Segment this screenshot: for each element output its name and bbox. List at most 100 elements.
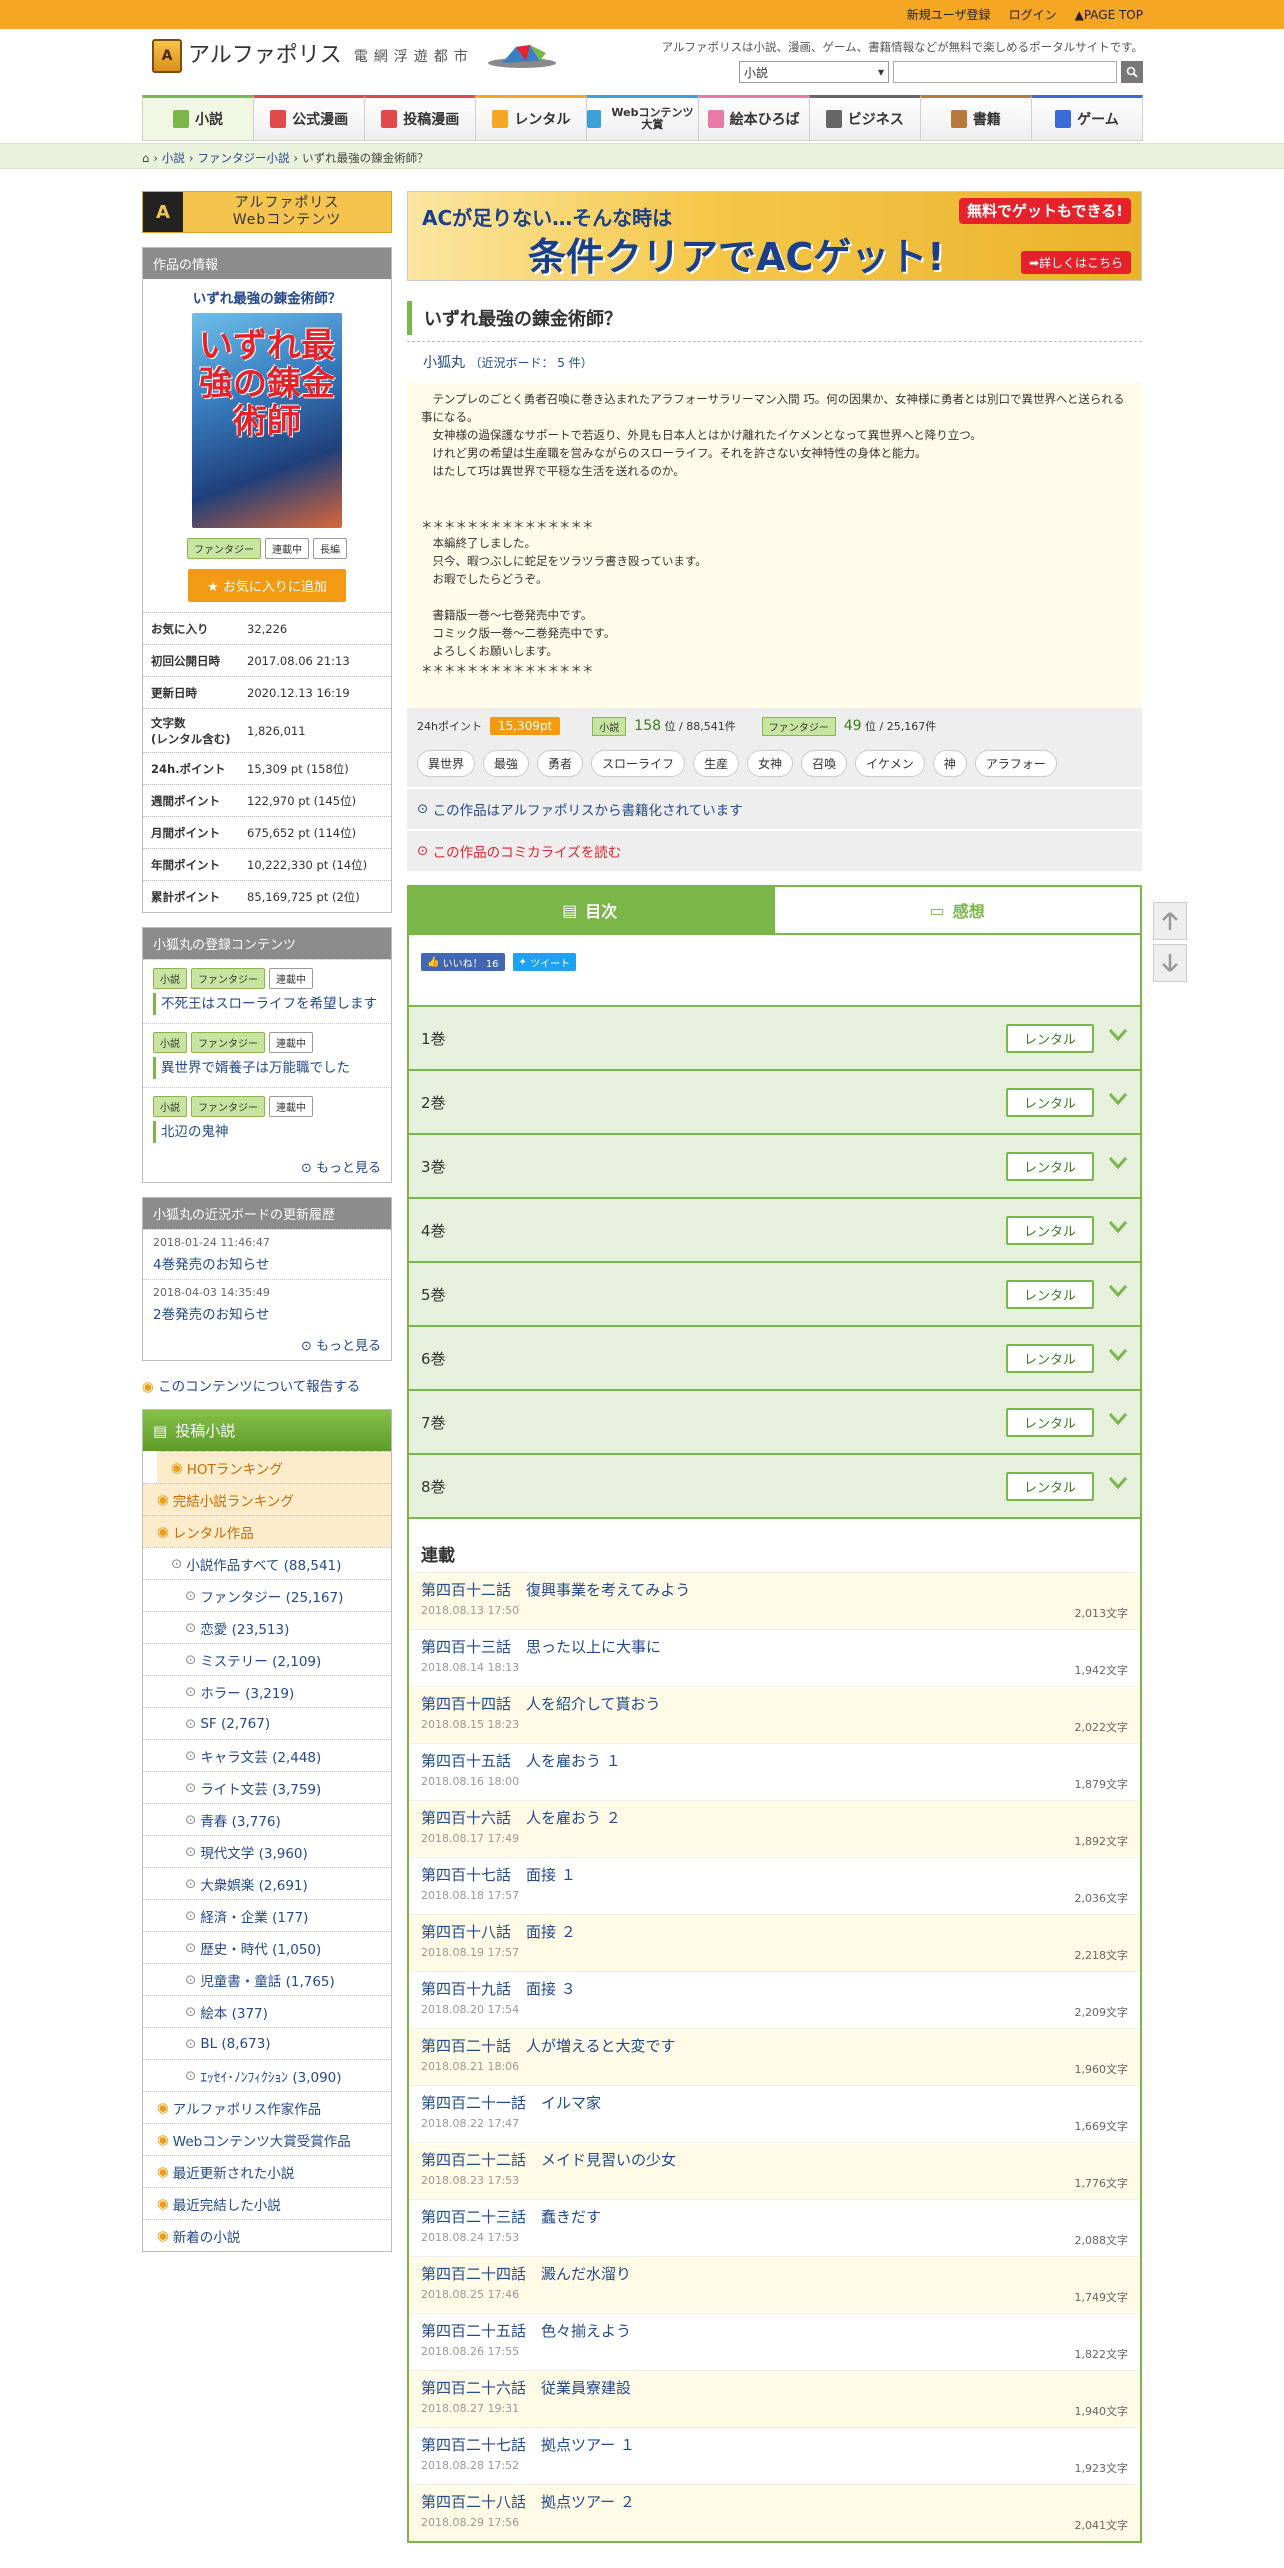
add-favorite-button[interactable]: ★ お気に入りに追加: [188, 569, 346, 602]
category-item[interactable]: ⊙ BL (8,673): [143, 2027, 391, 2059]
episode-title[interactable]: 第四百二十三話 蠢きだす: [421, 2206, 1128, 2227]
episode-row[interactable]: 第四百二十六話 従業員寮建設 2018.08.27 19:31 1,940文字: [409, 2370, 1140, 2427]
category-item[interactable]: ◉ レンタル作品: [143, 1515, 391, 1547]
volume-row[interactable]: 1巻 レンタル: [409, 1005, 1140, 1069]
book-published-link[interactable]: ⊙ この作品はアルファポリスから書籍化されています: [407, 789, 1142, 829]
episode-row[interactable]: 第四百十八話 面接 ２ 2018.08.19 17:57 2,218文字: [409, 1914, 1140, 1971]
search-button[interactable]: [1121, 61, 1143, 83]
category-item[interactable]: ⊙ 経済・企業 (177): [143, 1899, 391, 1931]
facebook-like-button[interactable]: 👍 いいね！ 16: [421, 953, 505, 971]
search-category-select[interactable]: 小説 ▾: [739, 61, 889, 83]
category-item[interactable]: ⊙ キャラ文芸 (2,448): [143, 1739, 391, 1771]
scroll-up-button[interactable]: [1153, 902, 1187, 940]
keyword-tag[interactable]: 最強: [483, 750, 530, 777]
volume-row[interactable]: 5巻 レンタル: [409, 1261, 1140, 1325]
chevron-down-icon[interactable]: [1108, 1092, 1128, 1112]
category-item[interactable]: ◉ 新着の小説: [143, 2219, 391, 2251]
nav-item-3[interactable]: レンタル: [475, 95, 588, 141]
category-item[interactable]: ◉ 最近更新された小説: [143, 2155, 391, 2187]
episode-title[interactable]: 第四百二十話 人が増えると大変です: [421, 2035, 1128, 2056]
author-works-more-link[interactable]: ⊙ もっと見る: [143, 1151, 391, 1182]
episode-title[interactable]: 第四百十九話 面接 ３: [421, 1978, 1128, 1999]
episode-title[interactable]: 第四百二十五話 色々揃えよう: [421, 2320, 1128, 2341]
episode-row[interactable]: 第四百二十五話 色々揃えよう 2018.08.26 17:55 1,822文字: [409, 2313, 1140, 2370]
volume-row[interactable]: 4巻 レンタル: [409, 1197, 1140, 1261]
episode-title[interactable]: 第四百二十八話 拠点ツアー ２: [421, 2491, 1128, 2512]
category-item[interactable]: ⊙ 小説作品すべて (88,541): [143, 1547, 391, 1579]
episode-title[interactable]: 第四百十六話 人を雇おう ２: [421, 1807, 1128, 1828]
site-logo[interactable]: A アルファポリス 電網浮遊都市: [152, 39, 558, 73]
keyword-tag[interactable]: 女神: [747, 750, 794, 777]
episode-row[interactable]: 第四百二十二話 メイド見習いの少女 2018.08.23 17:53 1,776文字: [409, 2142, 1140, 2199]
rental-button[interactable]: レンタル: [1005, 1471, 1094, 1501]
episode-row[interactable]: 第四百十五話 人を雇おう １ 2018.08.16 18:00 1,879文字: [409, 1743, 1140, 1800]
category-item[interactable]: ⊙ ファンタジー (25,167): [143, 1579, 391, 1611]
category-item[interactable]: ⊙ SF (2,767): [143, 1707, 391, 1739]
signup-link[interactable]: 新規ユーザ登録: [907, 6, 991, 23]
cover-image[interactable]: いずれ最強の錬金術師: [192, 313, 342, 528]
episode-title[interactable]: 第四百二十六話 従業員寮建設: [421, 2377, 1128, 2398]
chevron-down-icon[interactable]: [1108, 1348, 1128, 1368]
page-top-link[interactable]: ▲PAGE TOP: [1075, 8, 1143, 22]
category-item[interactable]: ⊙ ミステリー (2,109): [143, 1643, 391, 1675]
home-icon[interactable]: ⌂: [142, 151, 149, 165]
episode-title[interactable]: 第四百十五話 人を雇おう １: [421, 1750, 1128, 1771]
episode-row[interactable]: 第四百十七話 面接 １ 2018.08.18 17:57 2,036文字: [409, 1857, 1140, 1914]
breadcrumb-novel[interactable]: 小説: [162, 150, 185, 166]
rental-button[interactable]: レンタル: [1005, 1087, 1094, 1117]
episode-title[interactable]: 第四百十二話 復興事業を考えてみよう: [421, 1579, 1128, 1600]
category-item[interactable]: ⊙ 大衆娯楽 (2,691): [143, 1867, 391, 1899]
episode-title[interactable]: 第四百十七話 面接 １: [421, 1864, 1128, 1885]
work-title-link[interactable]: いずれ最強の錬金術師？: [143, 279, 391, 309]
keyword-tag[interactable]: イケメン: [855, 750, 925, 777]
category-item[interactable]: ◉ HOTランキング: [157, 1451, 391, 1483]
webcontents-banner[interactable]: A アルファポリス Webコンテンツ: [142, 191, 392, 233]
category-item[interactable]: ◉ 完結小説ランキング: [143, 1483, 391, 1515]
rental-button[interactable]: レンタル: [1005, 1151, 1094, 1181]
search-input[interactable]: [893, 61, 1117, 83]
category-item[interactable]: ⊙ ｴｯｾｲ･ﾉﾝﾌｨｸｼｮﾝ (3,090): [143, 2059, 391, 2091]
keyword-tag[interactable]: 異世界: [417, 750, 476, 777]
keyword-tag[interactable]: アラフォー: [974, 750, 1057, 777]
episode-title[interactable]: 第四百二十七話 拠点ツアー １: [421, 2434, 1128, 2455]
scroll-down-button[interactable]: [1153, 944, 1187, 982]
category-item[interactable]: ⊙ 児童書・童話 (1,765): [143, 1963, 391, 1995]
author-work-title[interactable]: 北辺の鬼神: [153, 1121, 381, 1143]
keyword-tag[interactable]: 勇者: [537, 750, 584, 777]
episode-row[interactable]: 第四百二十四話 澱んだ水溜り 2018.08.25 17:46 1,749文字: [409, 2256, 1140, 2313]
nav-item-7[interactable]: 書籍: [919, 95, 1032, 141]
breadcrumb-fantasy[interactable]: ファンタジー小説: [198, 150, 290, 166]
chevron-down-icon[interactable]: [1108, 1156, 1128, 1176]
author-work-title[interactable]: 不死王はスローライフを希望します: [153, 993, 381, 1015]
board-count-link[interactable]: （近況ボード： 5 件）: [469, 356, 592, 370]
nav-item-2[interactable]: 投稿漫画: [364, 95, 477, 141]
episode-row[interactable]: 第四百十九話 面接 ３ 2018.08.20 17:54 2,209文字: [409, 1971, 1140, 2028]
category-item[interactable]: ⊙ 絵本 (377): [143, 1995, 391, 2027]
login-link[interactable]: ログイン: [1009, 6, 1057, 23]
board-more-link[interactable]: ⊙ もっと見る: [143, 1329, 391, 1360]
episode-title[interactable]: 第四百二十二話 メイド見習いの少女: [421, 2149, 1128, 2170]
tweet-button[interactable]: ✦ ツイート: [512, 953, 577, 971]
category-item[interactable]: ⊙ 恋愛 (23,513): [143, 1611, 391, 1643]
keyword-tag[interactable]: スローライフ: [591, 750, 686, 777]
rental-button[interactable]: レンタル: [1005, 1279, 1094, 1309]
episode-row[interactable]: 第四百二十一話 イルマ家 2018.08.22 17:47 1,669文字: [409, 2085, 1140, 2142]
category-item[interactable]: ⊙ 歴史・時代 (1,050): [143, 1931, 391, 1963]
nav-item-5[interactable]: 絵本ひろば: [697, 95, 810, 141]
keyword-tag[interactable]: 召喚: [801, 750, 848, 777]
episode-title[interactable]: 第四百十四話 人を紹介して貰おう: [421, 1693, 1128, 1714]
ac-campaign-banner[interactable]: ACが足りない…そんな時は 条件クリアでACゲット! 無料でゲットもできる! ➡…: [407, 191, 1142, 281]
volume-row[interactable]: 8巻 レンタル: [409, 1453, 1140, 1517]
episode-row[interactable]: 第四百十三話 思った以上に大事に 2018.08.14 18:13 1,942文字: [409, 1629, 1140, 1686]
keyword-tag[interactable]: 神: [932, 750, 967, 777]
nav-item-8[interactable]: ゲーム: [1030, 95, 1143, 141]
episode-row[interactable]: 第四百十四話 人を紹介して貰おう 2018.08.15 18:23 2,022文字: [409, 1686, 1140, 1743]
episode-row[interactable]: 第四百十二話 復興事業を考えてみよう 2018.08.13 17:50 2,013文…: [409, 1572, 1140, 1629]
episode-title[interactable]: 第四百二十一話 イルマ家: [421, 2092, 1128, 2113]
board-link[interactable]: 2巻発売のお知らせ: [153, 1303, 381, 1323]
chevron-down-icon[interactable]: [1108, 1028, 1128, 1048]
nav-item-4[interactable]: Webコンテンツ大賞: [586, 95, 699, 141]
board-link[interactable]: 4巻発売のお知らせ: [153, 1253, 381, 1273]
rental-button[interactable]: レンタル: [1005, 1215, 1094, 1245]
category-item[interactable]: ◉ 最近完結した小説: [143, 2187, 391, 2219]
